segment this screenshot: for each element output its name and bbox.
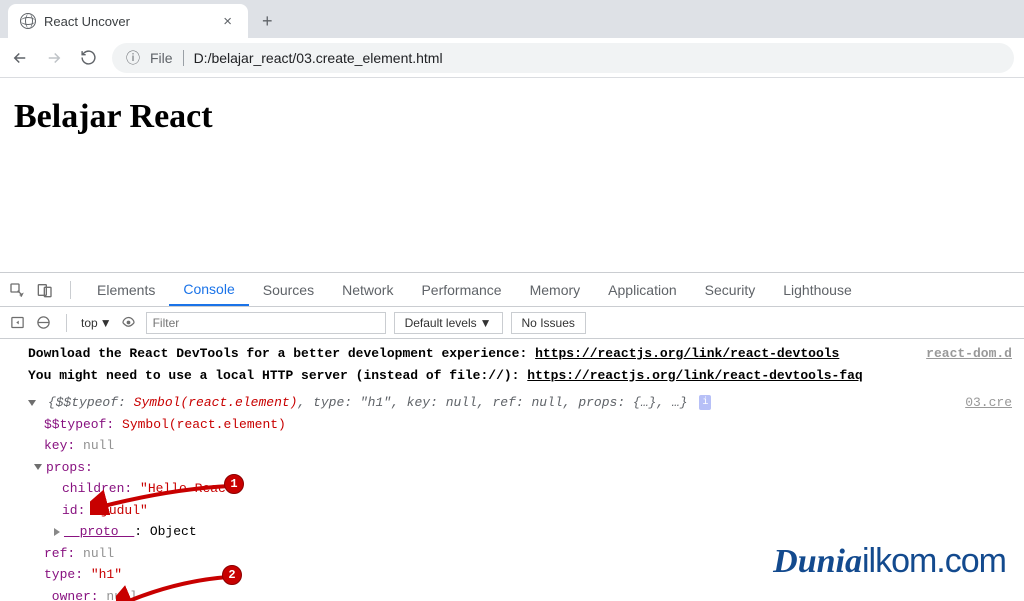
object-property[interactable]: children: "Hello React" <box>0 478 1024 500</box>
browser-toolbar: ⓘ File <box>0 38 1024 78</box>
clear-console-icon[interactable] <box>34 314 52 332</box>
issues-button[interactable]: No Issues <box>511 312 586 334</box>
annotation-badge-1: 1 <box>224 474 244 494</box>
object-property-props[interactable]: props: <box>0 457 1024 479</box>
page-content: Belajar React <box>0 78 1024 156</box>
console-message: You might need to use a local HTTP serve… <box>0 365 1024 387</box>
inspect-icon[interactable] <box>8 281 26 299</box>
page-heading: Belajar React <box>14 98 1010 136</box>
tab-application[interactable]: Application <box>594 273 691 306</box>
filter-input[interactable] <box>146 312 386 334</box>
divider <box>70 281 71 299</box>
object-property[interactable]: key: null <box>0 435 1024 457</box>
source-link[interactable]: react-dom.d <box>926 344 1012 364</box>
console-object-summary[interactable]: {$$typeof: Symbol(react.element), type: … <box>0 392 1024 414</box>
context-selector[interactable]: top ▼ <box>81 316 112 330</box>
log-levels-selector[interactable]: Default levels ▼ <box>394 312 503 334</box>
tab-memory[interactable]: Memory <box>516 273 595 306</box>
url-input[interactable] <box>194 50 1000 66</box>
tab-lighthouse[interactable]: Lighthouse <box>769 273 866 306</box>
source-link[interactable]: 03.cre <box>965 393 1012 413</box>
object-property-type[interactable]: type: "h1" <box>0 564 1024 586</box>
console-output: Download the React DevTools for a better… <box>0 339 1024 601</box>
expand-toggle-icon[interactable] <box>34 464 42 470</box>
sidebar-toggle-icon[interactable] <box>8 314 26 332</box>
tab-console[interactable]: Console <box>169 273 248 306</box>
tab-elements[interactable]: Elements <box>83 273 169 306</box>
info-badge-icon[interactable]: i <box>699 395 711 410</box>
forward-button[interactable] <box>44 48 64 68</box>
annotation-badge-2: 2 <box>222 565 242 585</box>
link[interactable]: https://reactjs.org/link/react-devtools <box>535 346 839 361</box>
console-message: Download the React DevTools for a better… <box>0 343 1024 365</box>
tab-title: React Uncover <box>44 14 211 29</box>
tab-network[interactable]: Network <box>328 273 407 306</box>
new-tab-button[interactable]: + <box>248 4 287 38</box>
console-filter-bar: top ▼ Default levels ▼ No Issues <box>0 307 1024 339</box>
link[interactable]: https://reactjs.org/link/react-devtools-… <box>527 368 862 383</box>
object-property[interactable]: _owner: null <box>0 586 1024 601</box>
globe-icon <box>20 13 36 29</box>
devtools-tab-bar: Elements Console Sources Network Perform… <box>0 273 1024 307</box>
back-button[interactable] <box>10 48 30 68</box>
info-icon: ⓘ <box>126 48 140 68</box>
reload-button[interactable] <box>78 48 98 68</box>
devtools-panel: Elements Console Sources Network Perform… <box>0 272 1024 601</box>
close-tab-button[interactable]: × <box>219 11 236 32</box>
tab-performance[interactable]: Performance <box>407 273 515 306</box>
object-property[interactable]: ref: null <box>0 543 1024 565</box>
url-scheme: File <box>150 50 173 66</box>
object-property[interactable]: __proto__: Object <box>0 521 1024 543</box>
object-property[interactable]: id: "judul" <box>0 500 1024 522</box>
live-expression-icon[interactable] <box>120 314 138 332</box>
browser-tab[interactable]: React Uncover × <box>8 4 248 38</box>
expand-toggle-icon[interactable] <box>28 400 36 406</box>
address-bar[interactable]: ⓘ File <box>112 43 1014 73</box>
divider <box>183 50 184 66</box>
expand-toggle-icon[interactable] <box>54 528 60 536</box>
tab-sources[interactable]: Sources <box>249 273 328 306</box>
tab-security[interactable]: Security <box>691 273 770 306</box>
devtools-corner-controls <box>8 281 83 299</box>
divider <box>66 314 67 332</box>
object-property[interactable]: $$typeof: Symbol(react.element) <box>0 414 1024 436</box>
browser-tab-strip: React Uncover × + <box>0 0 1024 38</box>
device-toggle-icon[interactable] <box>36 281 54 299</box>
